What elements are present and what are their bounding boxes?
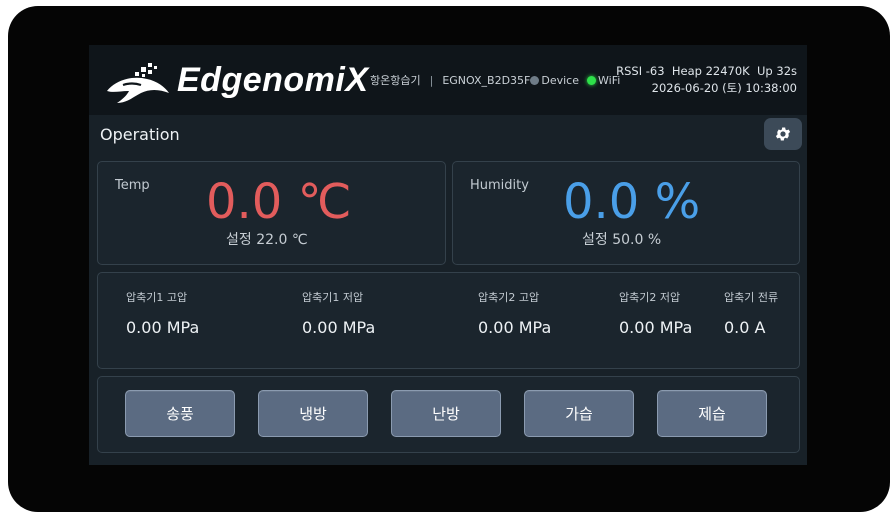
logo-mark-icon [107,63,169,103]
pressure-value: 0.00 MPa [478,318,552,337]
pressure-value: 0.00 MPa [302,318,376,337]
humidity-value: 0.0 % [563,174,701,230]
humidity-panel: Humidity 0.0 % 설정 50.0 % [452,161,800,265]
humidify-mode-button[interactable]: 가습 [524,390,634,437]
device-status-icon [530,75,540,85]
heating-mode-button[interactable]: 난방 [391,390,501,437]
pressure-item: 압축기1 고압 0.00 MPa [126,289,199,337]
device-name: 항온항습기 [370,74,421,87]
datetime: 2026-06-20 (토) 10:38:00 [651,81,797,95]
cooling-mode-button[interactable]: 냉방 [258,390,368,437]
pressure-label: 압축기2 고압 [478,291,540,304]
page-title: Operation [100,125,180,144]
pressure-label: 압축기2 저압 [619,291,681,304]
fan-mode-button[interactable]: 송풍 [125,390,235,437]
device-id: EGNOX_B2D35F [442,73,531,87]
pressure-label: 압축기1 저압 [302,291,364,304]
brand-logo: EdgenomiX [103,59,368,107]
pressure-item: 압축기1 저압 0.00 MPa [302,289,375,337]
humidity-label: Humidity [470,178,529,193]
current-item: 압축기 전류 0.0 A [724,289,778,337]
device-label: Device [541,73,579,87]
system-status: RSSI -63 Heap 22470K Up 32s 2026-06-20 (… [616,63,797,97]
current-label: 압축기 전류 [724,291,779,304]
screen: EdgenomiX 항온항습기 | EGNOX_B2D35F Device Wi… [89,45,807,465]
wifi-status-icon [587,75,596,85]
pressure-item: 압축기2 고압 0.00 MPa [478,289,551,337]
pressure-label: 압축기1 고압 [126,291,188,304]
gear-icon [775,127,791,141]
dehumidify-mode-button[interactable]: 제습 [657,390,767,437]
current-value: 0.0 A [724,318,766,337]
device-info: 항온항습기 | EGNOX_B2D35F Device WiFi [370,72,620,88]
pressure-panel: 압축기1 고압 0.00 MPa 압축기1 저압 0.00 MPa 압축기2 고… [97,272,800,369]
humidity-setpoint: 설정 50.0 % [582,232,662,248]
pressure-value: 0.00 MPa [126,318,200,337]
system-stats: RSSI -63 Heap 22470K Up 32s [616,64,797,78]
settings-button[interactable] [764,118,802,150]
temp-setpoint: 설정 22.0 ℃ [226,232,308,248]
temp-value: 0.0 ℃ [206,174,352,230]
pressure-value: 0.00 MPa [619,318,693,337]
pressure-item: 압축기2 저압 0.00 MPa [619,289,692,337]
temp-label: Temp [115,178,150,193]
brand-name: EdgenomiX [177,61,369,99]
info-separator: | [429,73,434,87]
header-bar: EdgenomiX 항온항습기 | EGNOX_B2D35F Device Wi… [89,45,807,115]
mode-button-panel: 송풍 냉방 난방 가습 제습 [97,376,800,453]
temperature-panel: Temp 0.0 ℃ 설정 22.0 ℃ [97,161,446,265]
